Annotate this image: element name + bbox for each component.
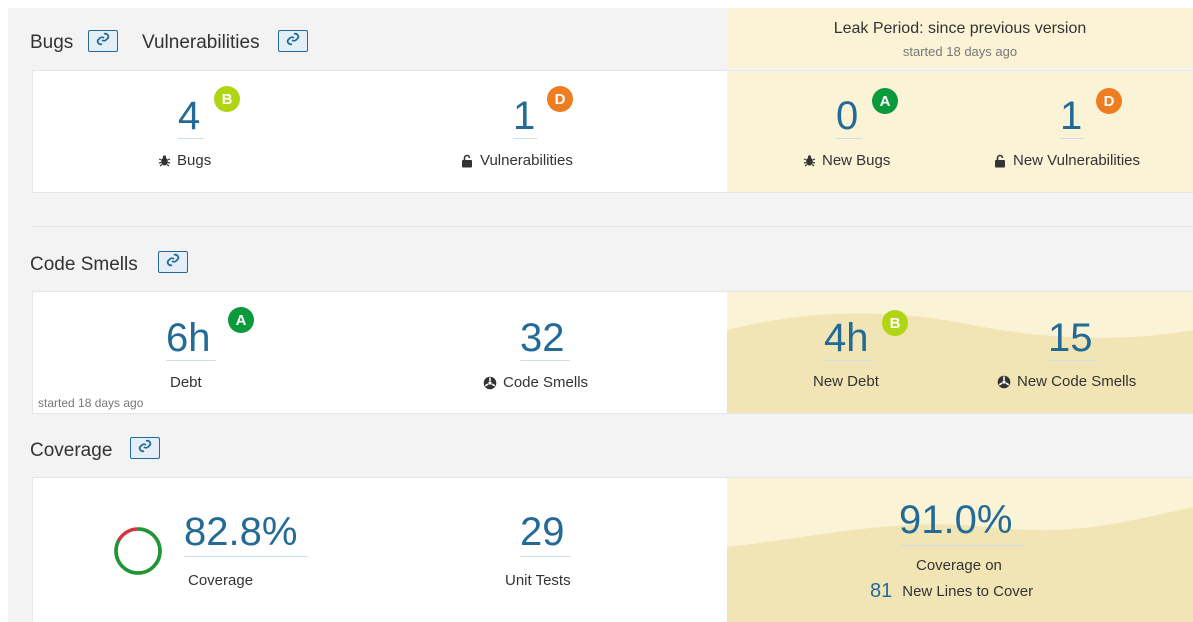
- new-bugs-label: New Bugs: [802, 152, 890, 169]
- vulnerabilities-section-title: Vulnerabilities: [142, 32, 260, 53]
- new-bugs-value[interactable]: 0: [836, 96, 858, 136]
- coverage-value-underline: [184, 556, 308, 557]
- bug-icon: [802, 154, 816, 168]
- coverage-value[interactable]: 82.8%: [184, 512, 297, 552]
- new-coverage-label: Coverage on: [916, 557, 1002, 574]
- leak-period-subtitle: started 18 days ago: [902, 44, 1018, 59]
- new-lines-label-text: New Lines to Cover: [902, 583, 1034, 600]
- new-coverage-value-underline: [899, 545, 1023, 546]
- new-debt-value[interactable]: 4h: [824, 318, 869, 358]
- bugs-label-text: Bugs: [177, 152, 212, 169]
- bugs-section-title: Bugs: [30, 32, 74, 53]
- bugs-leak-area: [727, 71, 1193, 192]
- bugs-link-button[interactable]: [88, 30, 118, 52]
- vulnerabilities-label: Vulnerabilities: [460, 152, 573, 169]
- bug-icon: [157, 154, 171, 168]
- code-smell-icon: [997, 375, 1011, 389]
- new-code-smells-label: New Code Smells: [997, 373, 1136, 390]
- link-icon: [137, 439, 153, 458]
- code-smells-link-button[interactable]: [158, 251, 188, 273]
- new-vulnerabilities-value-underline: [1060, 138, 1084, 139]
- new-debt-label: New Debt: [813, 373, 879, 390]
- coverage-section-title: Coverage: [30, 440, 113, 461]
- bugs-value[interactable]: 4: [178, 96, 200, 136]
- debt-value[interactable]: 6h: [166, 318, 211, 358]
- new-lines-to-cover: 81 New Lines to Cover: [870, 580, 1033, 603]
- code-smell-icon: [483, 376, 497, 390]
- leak-period-header: [727, 8, 1193, 68]
- link-icon: [165, 253, 181, 272]
- bugs-card: [32, 70, 1193, 193]
- section-divider: [32, 226, 1193, 227]
- new-debt-value-underline: [824, 360, 874, 361]
- unit-tests-value-underline: [520, 556, 570, 557]
- code-smells-value[interactable]: 32: [520, 318, 565, 358]
- code-smells-section-title: Code Smells: [30, 254, 138, 275]
- new-debt-rating-badge[interactable]: B: [882, 310, 908, 336]
- coverage-label-text: Coverage: [188, 572, 254, 589]
- new-vulnerabilities-label-text: New Vulnerabilities: [1013, 152, 1141, 169]
- new-code-smells-value-underline: [1048, 360, 1098, 361]
- leak-period-title: Leak Period: since previous version: [833, 20, 1087, 37]
- new-vulnerabilities-label: New Vulnerabilities: [993, 152, 1140, 169]
- bugs-label: Bugs: [157, 152, 211, 169]
- new-lines-value[interactable]: 81: [870, 580, 892, 603]
- coverage-donut-chart[interactable]: [112, 525, 164, 577]
- bugs-rating-badge[interactable]: B: [214, 86, 240, 112]
- lock-icon: [460, 154, 474, 168]
- new-coverage-label-text: Coverage on: [916, 557, 1002, 574]
- new-code-smells-label-text: New Code Smells: [1017, 373, 1137, 390]
- vulnerabilities-label-text: Vulnerabilities: [480, 152, 573, 169]
- vulnerabilities-value[interactable]: 1: [513, 96, 535, 136]
- coverage-link-button[interactable]: [130, 437, 160, 459]
- new-bugs-value-underline: [836, 138, 862, 139]
- unit-tests-value[interactable]: 29: [520, 512, 565, 552]
- code-smells-leak-area: [727, 292, 1193, 413]
- new-coverage-value[interactable]: 91.0%: [899, 500, 1012, 540]
- debt-value-underline: [166, 360, 216, 361]
- debt-label: Debt: [170, 374, 202, 391]
- debt-rating-badge[interactable]: A: [228, 307, 254, 333]
- unit-tests-label: Unit Tests: [505, 572, 571, 589]
- debt-started-note: started 18 days ago: [38, 396, 144, 410]
- lock-icon: [993, 154, 1007, 168]
- vulnerabilities-link-button[interactable]: [278, 30, 308, 52]
- link-icon: [285, 32, 301, 51]
- vulnerabilities-rating-badge[interactable]: D: [547, 86, 573, 112]
- leak-chart-background: [727, 313, 1193, 413]
- new-vulnerabilities-value[interactable]: 1: [1060, 96, 1082, 136]
- link-icon: [95, 32, 111, 51]
- new-debt-label-text: New Debt: [813, 373, 879, 390]
- code-smells-label: Code Smells: [483, 374, 588, 391]
- new-code-smells-value[interactable]: 15: [1048, 318, 1093, 358]
- code-smells-label-text: Code Smells: [503, 374, 589, 391]
- vulnerabilities-value-underline: [513, 138, 537, 139]
- coverage-label: Coverage: [188, 572, 253, 589]
- new-bugs-rating-badge[interactable]: A: [872, 88, 898, 114]
- new-bugs-label-text: New Bugs: [822, 152, 891, 169]
- new-vulnerabilities-rating-badge[interactable]: D: [1096, 88, 1122, 114]
- unit-tests-label-text: Unit Tests: [505, 572, 571, 589]
- bugs-value-underline: [178, 138, 204, 139]
- project-overview: Leak Period: since previous version star…: [0, 0, 1193, 622]
- debt-label-text: Debt: [170, 374, 202, 391]
- code-smells-value-underline: [520, 360, 570, 361]
